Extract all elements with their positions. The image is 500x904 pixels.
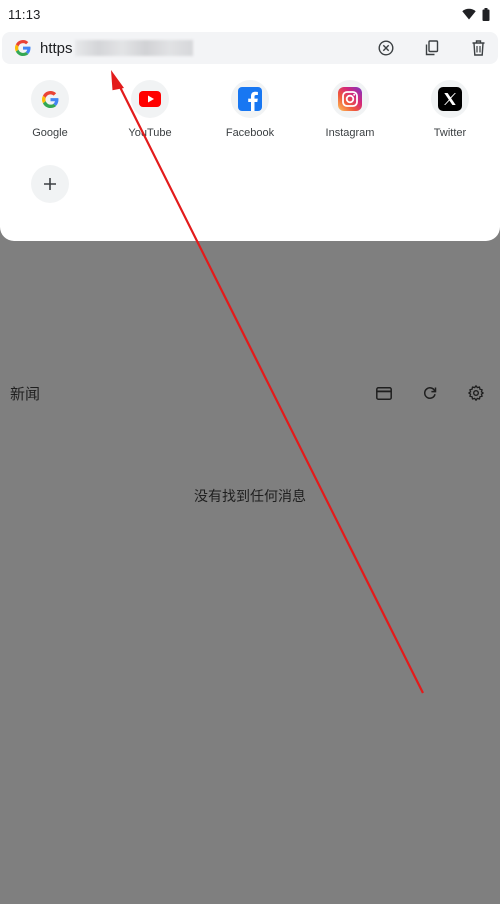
shortcut-row: Google YouTube Facebook Instagram Twitte… bbox=[0, 80, 500, 139]
google-icon bbox=[31, 80, 69, 118]
clear-url-button[interactable] bbox=[374, 36, 398, 60]
news-actions bbox=[372, 381, 488, 405]
url-redacted-region bbox=[74, 40, 193, 56]
shortcut-twitter[interactable]: Twitter bbox=[400, 80, 500, 139]
url-field[interactable]: https bbox=[40, 40, 374, 57]
clear-circle-icon bbox=[378, 40, 394, 56]
shortcut-label: Facebook bbox=[225, 127, 275, 139]
trash-icon bbox=[472, 40, 484, 56]
news-header: 新闻 bbox=[0, 378, 500, 408]
shortcut-label: Twitter bbox=[433, 127, 467, 139]
status-bar: 11:13 bbox=[0, 0, 500, 28]
status-time: 11:13 bbox=[8, 6, 41, 22]
wifi-icon bbox=[462, 8, 476, 20]
add-shortcut-row bbox=[0, 165, 100, 203]
settings-button[interactable] bbox=[464, 381, 488, 405]
shortcut-facebook[interactable]: Facebook bbox=[200, 80, 300, 139]
shortcut-instagram[interactable]: Instagram bbox=[300, 80, 400, 139]
card-view-button[interactable] bbox=[372, 381, 396, 405]
battery-icon bbox=[482, 7, 490, 21]
google-logo-icon bbox=[8, 40, 38, 56]
youtube-icon bbox=[131, 80, 169, 118]
facebook-icon bbox=[231, 80, 269, 118]
instagram-icon bbox=[331, 80, 369, 118]
status-icons bbox=[462, 7, 490, 21]
url-actions bbox=[374, 36, 490, 60]
add-shortcut-button[interactable] bbox=[31, 165, 69, 203]
url-bar[interactable]: https bbox=[2, 32, 498, 64]
copy-icon bbox=[425, 40, 439, 56]
shortcut-label: Google bbox=[32, 127, 68, 139]
news-title: 新闻 bbox=[10, 384, 41, 403]
refresh-button[interactable] bbox=[418, 381, 442, 405]
shortcut-google[interactable]: Google bbox=[0, 80, 100, 139]
shortcut-label: Instagram bbox=[325, 127, 375, 139]
plus-icon bbox=[44, 178, 56, 190]
copy-url-button[interactable] bbox=[420, 36, 444, 60]
shortcut-youtube[interactable]: YouTube bbox=[100, 80, 200, 139]
delete-button[interactable] bbox=[466, 36, 490, 60]
refresh-icon bbox=[423, 387, 437, 399]
browser-top-sheet: 11:13 https Google YouTube Facebook Inst… bbox=[0, 0, 500, 241]
x-logo-icon bbox=[431, 80, 469, 118]
shortcut-grid: Google YouTube Facebook Instagram Twitte… bbox=[0, 80, 500, 139]
shortcut-label: YouTube bbox=[128, 127, 172, 139]
gear-icon bbox=[468, 385, 484, 401]
card-icon bbox=[376, 386, 392, 400]
empty-news-message: 没有找到任何消息 bbox=[194, 489, 306, 505]
url-text: https bbox=[40, 39, 73, 57]
screen: 11:13 https Google YouTube Facebook Inst… bbox=[0, 0, 500, 904]
